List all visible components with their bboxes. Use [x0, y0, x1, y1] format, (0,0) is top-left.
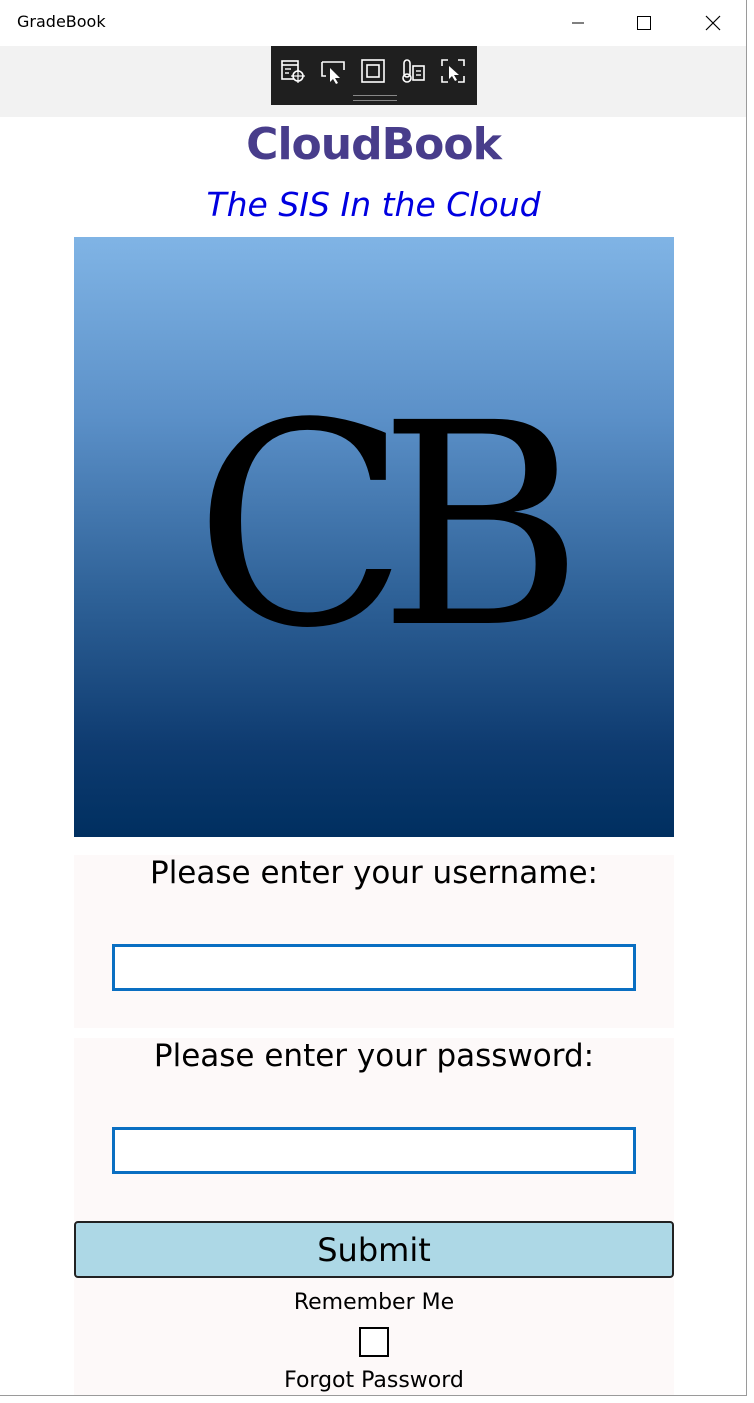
- forgot-password-link[interactable]: Forgot Password: [74, 1368, 674, 1393]
- username-input[interactable]: [112, 944, 636, 991]
- login-options: Remember Me Forgot Password: [74, 1278, 674, 1395]
- password-panel: Please enter your password:: [74, 1038, 674, 1221]
- login-page: CloudBook The SIS In the Cloud CB Please…: [0, 117, 746, 1395]
- display-layout-adorners-icon[interactable]: [360, 58, 386, 84]
- in-app-toolbar: [271, 46, 477, 105]
- password-input[interactable]: [112, 1127, 636, 1174]
- title-bar[interactable]: GradeBook: [0, 0, 746, 46]
- window-title: GradeBook: [17, 12, 106, 31]
- close-icon: [705, 15, 721, 31]
- submit-button[interactable]: Submit: [74, 1221, 674, 1278]
- cloudbook-logo: CB: [74, 237, 674, 837]
- username-panel: Please enter your username:: [74, 855, 674, 1028]
- maximize-button[interactable]: [611, 0, 677, 46]
- select-element-icon[interactable]: [280, 58, 306, 84]
- username-label: Please enter your username:: [150, 855, 598, 891]
- debug-toolstrip: [0, 46, 746, 117]
- maximize-icon: [637, 16, 651, 30]
- ui-selection-icon[interactable]: [440, 58, 466, 84]
- remember-me-checkbox[interactable]: [359, 1327, 389, 1357]
- logo-monogram: CB: [194, 364, 584, 690]
- password-label: Please enter your password:: [153, 1038, 595, 1074]
- app-window: GradeBook CloudBook The SIS In the Cloud…: [0, 0, 747, 1396]
- minimize-button[interactable]: [545, 0, 611, 46]
- toolbar-grip[interactable]: [353, 95, 397, 101]
- minimize-icon: [572, 22, 584, 24]
- track-focus-icon[interactable]: [400, 58, 426, 84]
- app-title: CloudBook: [246, 119, 502, 170]
- app-subtitle: The SIS In the Cloud: [206, 185, 541, 224]
- remember-me-label: Remember Me: [293, 1290, 455, 1315]
- pointer-select-icon[interactable]: [320, 58, 346, 84]
- close-button[interactable]: [680, 0, 746, 46]
